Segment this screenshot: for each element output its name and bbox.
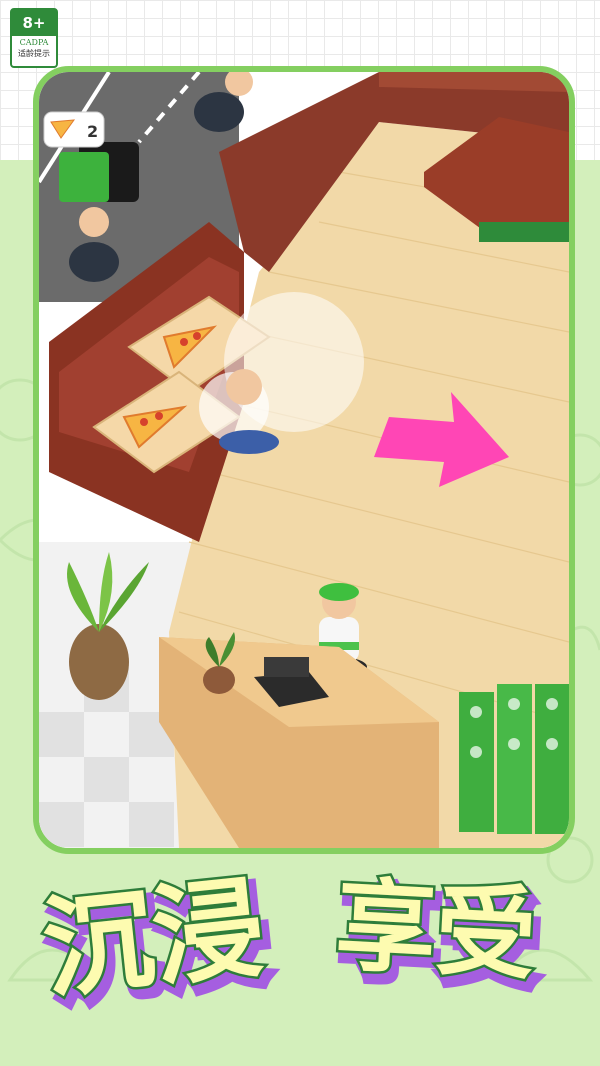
age-rating-org: CADPA bbox=[19, 38, 49, 47]
age-rating-caption: 适龄提示 bbox=[18, 49, 50, 58]
money-stacks bbox=[459, 684, 569, 834]
game-frame: 2 bbox=[33, 66, 575, 854]
age-rating-badge: 8+ CADPA 适龄提示 bbox=[10, 8, 58, 68]
game-scene[interactable]: 2 bbox=[39, 72, 569, 848]
order-bubble: 2 bbox=[43, 111, 105, 148]
headline-word2: 享受 bbox=[333, 867, 539, 994]
headline-banner: 沉浸 沉浸 享受 享受 bbox=[35, 861, 549, 1026]
age-rating-value: 8+ bbox=[12, 10, 56, 36]
cash-pad bbox=[479, 222, 569, 242]
headline-word1: 沉浸 bbox=[37, 863, 269, 1013]
order-count: 2 bbox=[87, 122, 98, 141]
